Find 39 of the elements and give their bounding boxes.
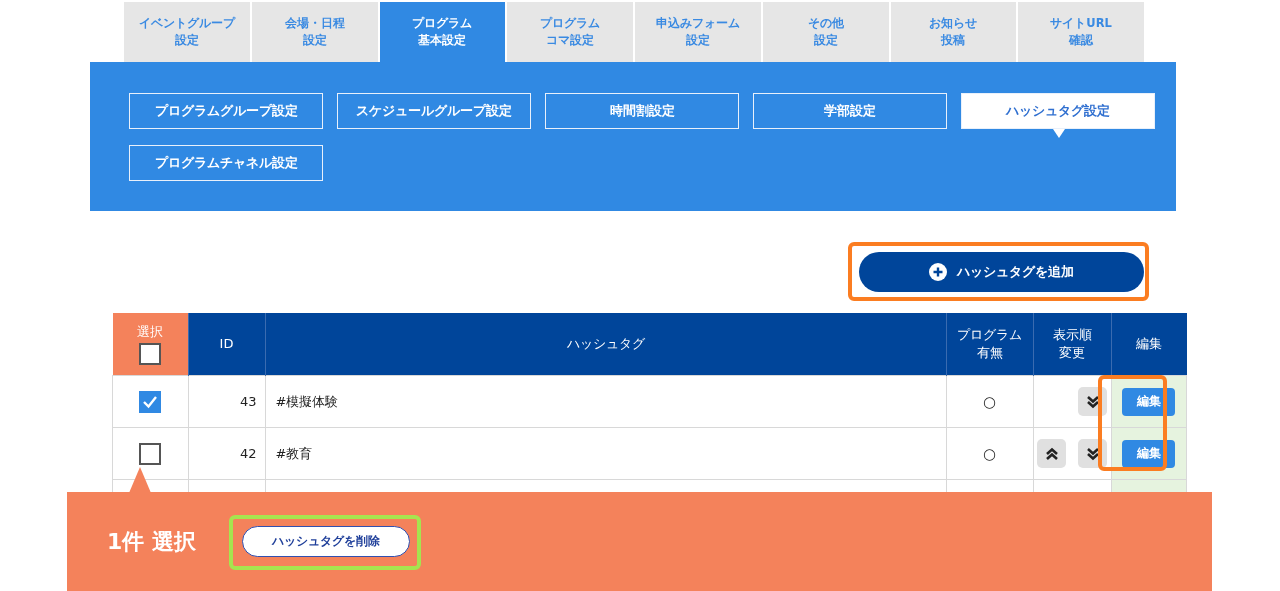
double-chevron-down-icon [1085, 394, 1100, 409]
table-cell: ○ [946, 375, 1033, 428]
plus-icon [929, 263, 947, 281]
select-all-checkbox[interactable] [139, 342, 161, 365]
nav-tab[interactable]: サイトURL 確認 [1018, 2, 1144, 62]
nav-tab[interactable]: その他 設定 [762, 2, 889, 62]
sub-tab[interactable]: 時間割設定 [545, 93, 739, 129]
sub-tab[interactable]: スケジュールグループ設定 [337, 93, 531, 129]
nav-tab[interactable]: 会場・日程 設定 [251, 2, 378, 62]
table-cell: 43 [188, 375, 265, 428]
edit-button[interactable]: 編集 [1122, 387, 1176, 416]
selection-count: 1件 選択 [107, 527, 196, 556]
sub-tab[interactable]: プログラムグループ設定 [129, 93, 323, 129]
move-up-button[interactable] [1037, 439, 1066, 468]
nav-tab[interactable]: プログラム コマ設定 [507, 2, 633, 62]
column-header: 選択 [137, 324, 163, 340]
edit-button[interactable]: 編集 [1122, 439, 1176, 468]
sub-tab[interactable]: 学部設定 [753, 93, 947, 129]
double-chevron-down-icon [1085, 446, 1100, 461]
column-header: 編集 [1111, 313, 1187, 376]
column-header: ID [188, 313, 265, 376]
table-cell: ○ [946, 427, 1033, 480]
column-header: 表示順 変更 [1033, 313, 1111, 376]
table-cell: #教育 [265, 427, 946, 480]
nav-tab[interactable]: イベントグループ 設定 [124, 2, 250, 62]
sub-tab[interactable]: プログラムチャネル設定 [129, 145, 323, 181]
row-checkbox[interactable] [139, 390, 162, 413]
row-checkbox[interactable] [139, 442, 162, 465]
nav-tab[interactable]: プログラム 基本設定 [379, 2, 506, 62]
double-chevron-up-icon [1044, 446, 1059, 461]
column-header: ハッシュタグ [265, 313, 946, 376]
column-header: プログラム 有無 [946, 313, 1033, 376]
add-hashtag-button[interactable]: ハッシュタグを追加 [859, 252, 1144, 292]
pointer-icon [1053, 129, 1065, 138]
table-cell: 42 [188, 427, 265, 480]
table-cell: #模擬体験 [265, 375, 946, 428]
delete-hashtag-button[interactable]: ハッシュタグを削除 [242, 526, 410, 557]
nav-tab[interactable]: お知らせ 投稿 [890, 2, 1017, 62]
nav-tab[interactable]: 申込みフォーム 設定 [635, 2, 761, 62]
